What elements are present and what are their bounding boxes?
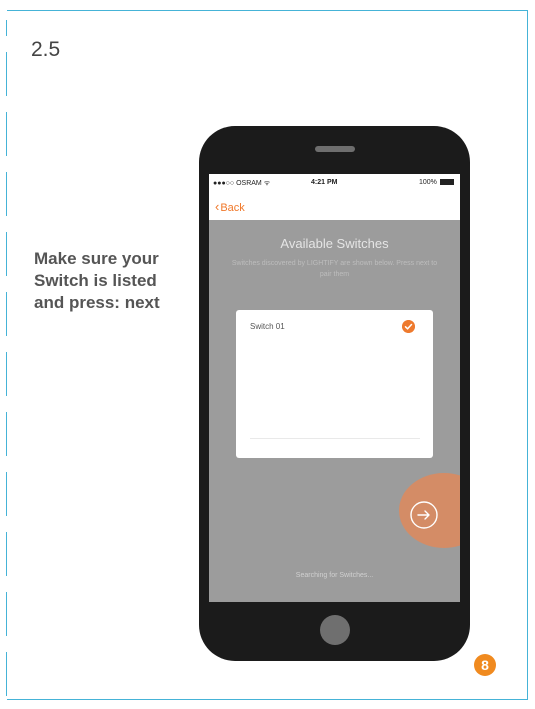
frame-dash: [6, 412, 7, 456]
list-divider: [250, 438, 420, 439]
status-time: 4:21 PM: [311, 179, 338, 186]
screen-title: Available Switches: [280, 236, 389, 251]
status-carrier: ●●●○○ OSRAM ᯤ: [213, 180, 271, 187]
frame-dash: [6, 652, 7, 696]
frame-dash: [6, 172, 7, 216]
step-number: 2.5: [31, 38, 61, 61]
chevron-left-icon: ‹: [215, 199, 220, 214]
frame-dash: [6, 592, 7, 636]
screen-description: Switches discovered by LIGHTIFY are show…: [231, 260, 438, 278]
back-label: Back: [220, 202, 245, 214]
arrow-right-circle-icon: [410, 501, 438, 529]
home-button: [320, 615, 350, 645]
page-number-badge: 8: [474, 654, 496, 676]
frame-dash: [6, 52, 7, 96]
frame-dash: [6, 292, 7, 336]
switch-list: Switch 01: [236, 310, 433, 458]
frame-dash: [6, 112, 7, 156]
frame-dash: [6, 352, 7, 396]
list-item[interactable]: Switch 01: [236, 310, 433, 340]
frame-dash: [6, 232, 7, 276]
status-bar: ●●●○○ OSRAM ᯤ 4:21 PM 100%: [209, 174, 460, 194]
next-button[interactable]: [409, 500, 439, 530]
frame-dash: [6, 472, 7, 516]
nav-bar: ‹Back: [209, 194, 460, 220]
phone-mockup: ●●●○○ OSRAM ᯤ 4:21 PM 100% ‹Back Availab…: [199, 126, 470, 661]
status-battery-percent: 100%: [419, 179, 437, 186]
switch-name: Switch 01: [250, 322, 285, 331]
phone-speaker: [315, 146, 355, 152]
frame-dash: [6, 20, 7, 36]
checkmark-icon: [402, 320, 415, 333]
searching-status: Searching for Switches...: [295, 572, 374, 579]
battery-icon: [440, 179, 454, 185]
frame-dash: [6, 532, 7, 576]
instruction-text: Make sure your Switch is listed and pres…: [34, 249, 160, 312]
phone-screen: ●●●○○ OSRAM ᯤ 4:21 PM 100% ‹Back Availab…: [209, 174, 460, 602]
back-button[interactable]: ‹Back: [215, 199, 245, 214]
